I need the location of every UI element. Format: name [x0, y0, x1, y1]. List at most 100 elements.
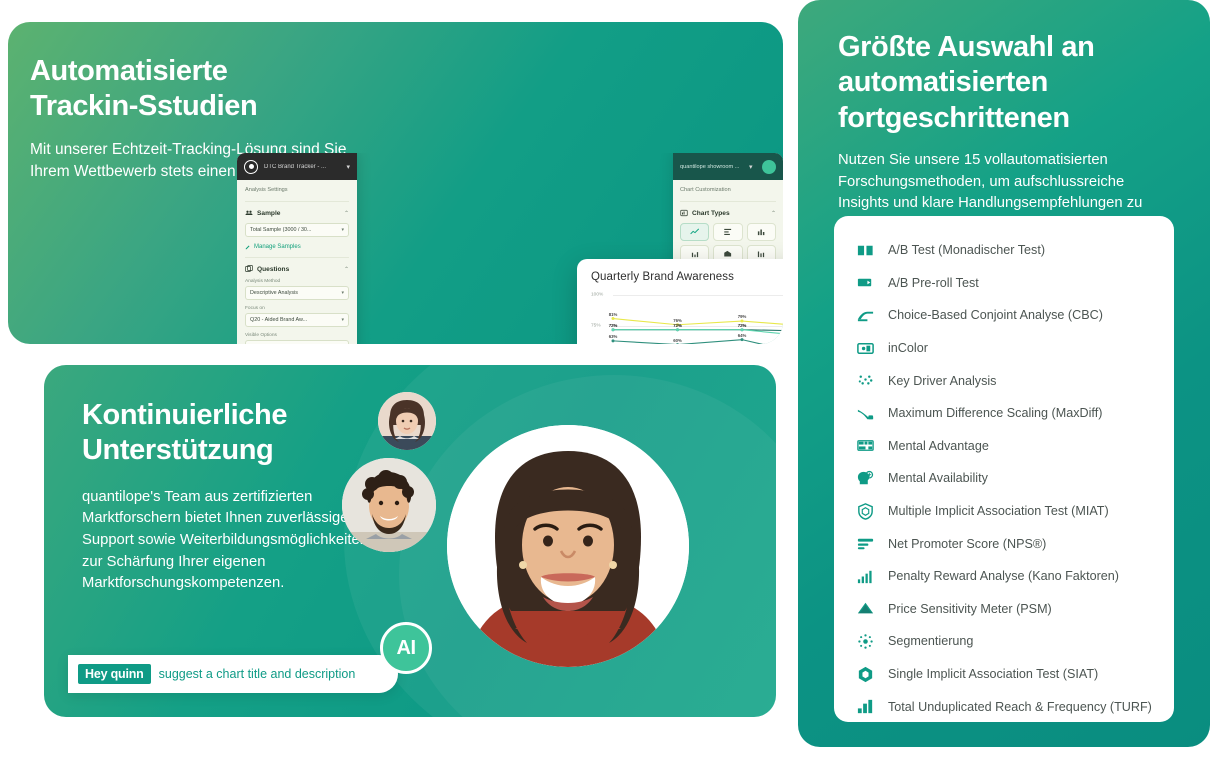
series-marker: [611, 328, 615, 332]
support-body: quantilope's Team aus zertifizierten Mar…: [82, 488, 368, 592]
turf-icon: [856, 697, 875, 716]
hey-quinn-prompt-bar[interactable]: Hey quinn suggest a chart title and desc…: [68, 655, 398, 693]
series-marker: [740, 328, 744, 332]
chart-types-collapse-icon[interactable]: ⌃: [771, 210, 776, 217]
analysis-method-select[interactable]: Descriptive Analysis ▾: [245, 286, 349, 300]
method-list-item[interactable]: Maximum Difference Scaling (MaxDiff): [856, 397, 1154, 430]
hey-quinn-tag: Hey quinn: [78, 664, 151, 684]
method-list-item[interactable]: Mental Advantage: [856, 430, 1154, 463]
ab-preroll-icon: [856, 273, 875, 292]
ab-test-icon: [856, 241, 875, 260]
tracking-heading-line1: Automatisierte: [30, 55, 228, 87]
data-label: 63%: [608, 334, 618, 340]
data-label: 60%: [673, 337, 682, 343]
chevron-down-icon: ▾: [341, 290, 344, 296]
method-label: Single Implicit Association Test (SIAT): [888, 667, 1099, 682]
sample-select[interactable]: Total Sample (3000 / 30... ▾: [245, 223, 349, 237]
card-research-methods: Größte Auswahl an automatisierten fortge…: [798, 0, 1210, 747]
chart-card: Quarterly Brand Awareness 0%25%50%75%100…: [577, 259, 783, 344]
focus-on-value: Q20 - Aided Brand Aw...: [250, 317, 308, 323]
series-marker: [676, 343, 679, 344]
support-heading: Kontinuierliche Unterstützung: [82, 398, 372, 469]
series-marker: [676, 328, 679, 332]
segmentation-icon: [856, 632, 875, 651]
method-label: Price Sensitivity Meter (PSM): [888, 601, 1052, 616]
method-list-item[interactable]: Mental Availability: [856, 462, 1154, 495]
method-list-item[interactable]: Net Promoter Score (NPS®): [856, 527, 1154, 560]
questions-collapse-icon[interactable]: ⌃: [344, 266, 349, 273]
project-title: DTC Brand Tracker - ...: [264, 163, 327, 170]
method-label: Total Unduplicated Reach & Frequency (TU…: [888, 699, 1152, 714]
methods-heading-line2: automatisierten: [838, 66, 1048, 99]
manage-samples-link[interactable]: Manage Samples: [245, 244, 349, 250]
avatar[interactable]: [762, 159, 776, 174]
analysis-method-label: Analysis Method: [245, 279, 281, 284]
key-driver-icon: [856, 371, 875, 390]
method-list-item[interactable]: Key Driver Analysis: [856, 364, 1154, 397]
avatar-photo-woman-small: [378, 392, 436, 450]
chevron-down-icon[interactable]: ▾: [749, 163, 753, 171]
method-list-item[interactable]: Multiple Implicit Association Test (MIAT…: [856, 495, 1154, 528]
method-label: Net Promoter Score (NPS®): [888, 536, 1047, 551]
siat-icon: [856, 665, 875, 684]
avatar-team-member-3: [447, 425, 689, 667]
avatar-team-member-2: [342, 458, 436, 552]
chart-customization-label: Chart Customization: [680, 187, 731, 193]
series-marker: [611, 339, 615, 343]
method-label: Choice-Based Conjoint Analyse (CBC): [888, 308, 1103, 323]
column-chart-icon: [758, 229, 765, 236]
method-list-item[interactable]: A/B Pre-roll Test: [856, 267, 1154, 300]
incolor-icon: [856, 339, 875, 358]
method-list-item[interactable]: Total Unduplicated Reach & Frequency (TU…: [856, 690, 1154, 722]
sample-title: Sample: [257, 209, 281, 217]
method-label: Penalty Reward Analyse (Kano Faktoren): [888, 569, 1120, 584]
method-list-item[interactable]: inColor: [856, 332, 1154, 365]
chart-type-column-button[interactable]: [746, 223, 776, 241]
data-label: 72%: [673, 322, 682, 328]
method-list-item[interactable]: Segmentierung: [856, 625, 1154, 658]
method-list-item[interactable]: Price Sensitivity Meter (PSM): [856, 593, 1154, 626]
chevron-down-icon[interactable]: ▾: [346, 163, 350, 171]
method-label: Mental Advantage: [888, 438, 989, 453]
people-icon: [245, 210, 253, 215]
focus-on-select[interactable]: Q20 - Aided Brand Aw... ▾: [245, 313, 349, 327]
method-list-item[interactable]: Single Implicit Association Test (SIAT): [856, 658, 1154, 691]
chart-type-grid: [680, 223, 776, 263]
avatar-photo-woman-large: [447, 425, 689, 667]
y-axis-tick: 75%: [591, 323, 601, 329]
avatar-photo-man: [342, 458, 436, 552]
sample-collapse-icon[interactable]: ⌃: [344, 210, 349, 217]
workspace-top-bar: quantilope showroom ... ▾: [673, 153, 783, 180]
visible-options-select[interactable]: All visible ▾: [245, 340, 349, 344]
miat-icon: [856, 502, 875, 521]
method-label: Mental Availability: [888, 471, 988, 486]
methods-body: Nutzen Sie unsere 15 vollautomatisierten…: [838, 152, 1143, 212]
pencil-icon: [245, 245, 250, 250]
support-header: Kontinuierliche Unterstützung quantilope…: [82, 398, 372, 595]
method-list-item[interactable]: Choice-Based Conjoint Analyse (CBC): [856, 299, 1154, 332]
chart-types-title: Chart Types: [692, 209, 730, 217]
penalty-reward-icon: [856, 567, 875, 586]
plot-canvas: 81%76%79%75%76%72%72%72%71%70%72%72%72%6…: [609, 295, 783, 344]
method-label: inColor: [888, 341, 928, 356]
method-list-item[interactable]: A/B Test (Monadischer Test): [856, 234, 1154, 267]
series-marker: [740, 338, 744, 342]
app-top-bar: DTC Brand Tracker - ... ▾: [237, 153, 357, 180]
chart-types-section: Chart Types ⌃: [680, 201, 776, 263]
manage-samples-label: Manage Samples: [254, 244, 301, 250]
data-label: 72%: [608, 322, 618, 328]
questions-section: Questions ⌃ Analysis Method Descriptive …: [245, 257, 349, 344]
chart-type-bar-h-button[interactable]: [713, 223, 743, 241]
chart-type-line-button[interactable]: [680, 223, 710, 241]
support-heading-line1: Kontinuierliche: [82, 399, 288, 431]
methods-header: Größte Auswahl an automatisierten fortge…: [798, 0, 1210, 214]
sample-value: Total Sample (3000 / 30...: [250, 227, 312, 233]
stacked-bar-icon: [758, 251, 765, 258]
methods-list: A/B Test (Monadischer Test) A/B Pre-roll …: [834, 216, 1174, 722]
horizontal-bar-icon: [724, 228, 732, 235]
data-label: 79%: [737, 314, 747, 320]
methods-heading-line3: fortgeschrittenen: [838, 101, 1070, 134]
chart-title: Quarterly Brand Awareness: [591, 271, 734, 283]
method-list-item[interactable]: Penalty Reward Analyse (Kano Faktoren): [856, 560, 1154, 593]
method-label: A/B Test (Monadischer Test): [888, 243, 1046, 258]
